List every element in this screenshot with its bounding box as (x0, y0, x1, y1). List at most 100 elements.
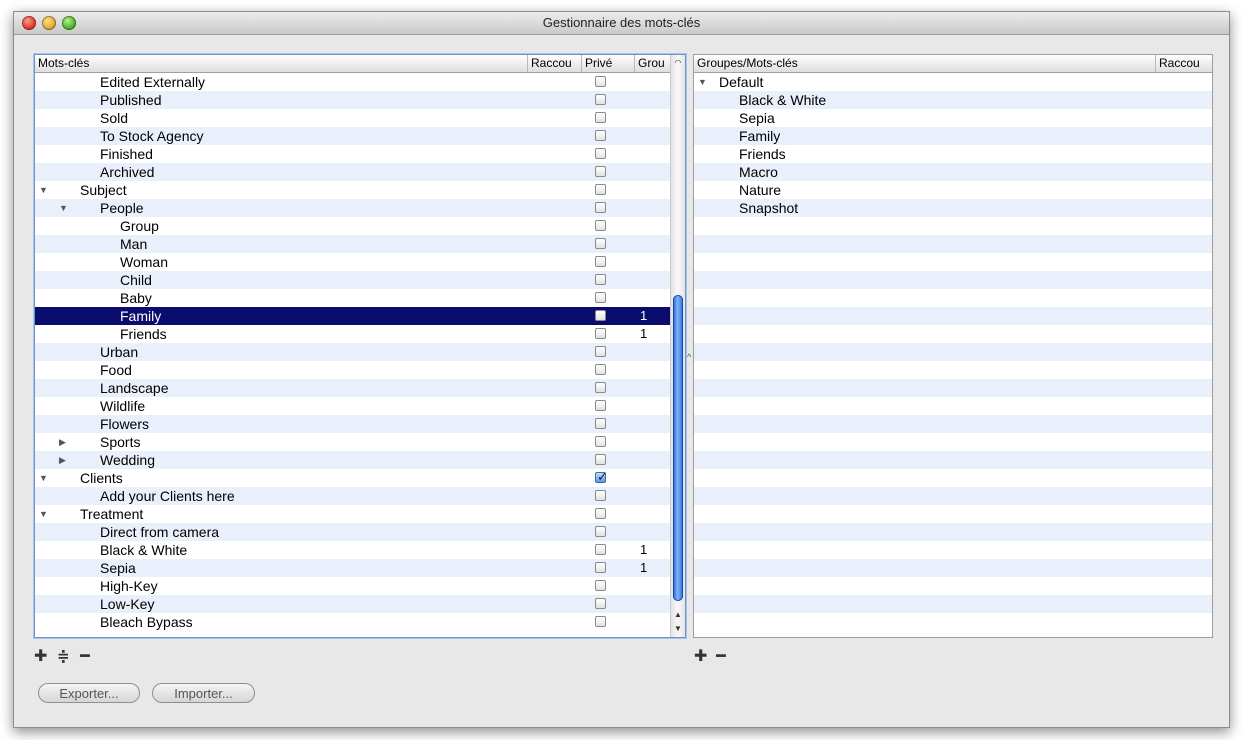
private-checkbox[interactable] (595, 310, 606, 321)
disclosure-triangle-collapsed-icon[interactable]: ▶ (59, 433, 66, 451)
disclosure-triangle-expanded-icon[interactable]: ▼ (39, 181, 48, 199)
keyword-row[interactable]: Sold (35, 109, 685, 127)
private-checkbox[interactable] (595, 616, 606, 627)
keyword-row[interactable]: To Stock Agency (35, 127, 685, 145)
keyword-row[interactable]: Add your Clients here (35, 487, 685, 505)
export-button[interactable]: Exporter... (38, 683, 140, 703)
keyword-row[interactable]: Archived (35, 163, 685, 181)
private-checkbox[interactable] (595, 364, 606, 375)
private-checkbox[interactable] (595, 526, 606, 537)
group-row[interactable]: Macro (694, 163, 1212, 181)
keyword-row[interactable]: Sepia 1 (35, 559, 685, 577)
add-group-plus-icon[interactable]: ✚ (694, 649, 707, 665)
keyword-row[interactable]: Bleach Bypass (35, 613, 685, 631)
keyword-row[interactable]: ▼ Treatment (35, 505, 685, 523)
private-checkbox[interactable] (595, 562, 606, 573)
keyword-row[interactable]: High-Key (35, 577, 685, 595)
disclosure-triangle-expanded-icon[interactable]: ▼ (39, 505, 48, 523)
column-header-groups-keywords[interactable]: Groupes/Mots-clés (694, 55, 1156, 72)
import-button[interactable]: Importer... (152, 683, 255, 703)
group-row[interactable]: ▼ Default (694, 73, 1212, 91)
private-checkbox[interactable] (595, 256, 606, 267)
disclosure-triangle-expanded-icon[interactable]: ▼ (39, 469, 48, 487)
private-checkbox[interactable] (595, 112, 606, 123)
group-row[interactable]: Sepia (694, 109, 1212, 127)
private-checkbox[interactable]: ✓ (595, 469, 608, 484)
private-checkbox[interactable] (595, 346, 606, 357)
keyword-row[interactable]: Baby (35, 289, 685, 307)
keyword-row[interactable]: Flowers (35, 415, 685, 433)
keyword-row[interactable]: Black & White 1 (35, 541, 685, 559)
zoom-window-icon[interactable] (62, 16, 76, 30)
keyword-row[interactable]: ▼ People (35, 199, 685, 217)
private-checkbox[interactable] (595, 166, 606, 177)
keyword-label: Sepia (100, 560, 136, 576)
private-checkbox[interactable] (595, 94, 606, 105)
group-row[interactable]: Snapshot (694, 199, 1212, 217)
private-checkbox[interactable] (595, 382, 606, 393)
private-checkbox[interactable] (595, 508, 606, 519)
column-header-keywords[interactable]: Mots-clés (35, 55, 528, 72)
private-checkbox[interactable] (595, 436, 606, 447)
keyword-row[interactable]: ▼ Subject (35, 181, 685, 199)
disclosure-triangle-expanded-icon[interactable]: ▼ (698, 73, 707, 91)
keyword-row[interactable]: Man (35, 235, 685, 253)
scroll-up-arrow-icon[interactable]: ▲ (672, 609, 684, 621)
keywords-scrollbar[interactable]: ◠ ▲ ▼ (670, 55, 685, 637)
group-row[interactable]: Friends (694, 145, 1212, 163)
private-checkbox[interactable] (595, 148, 606, 159)
private-checkbox[interactable] (595, 292, 606, 303)
disclosure-triangle-expanded-icon[interactable]: ▼ (59, 199, 68, 217)
title-bar[interactable]: Gestionnaire des mots-clés (14, 12, 1229, 35)
keyword-row[interactable]: Group (35, 217, 685, 235)
private-checkbox[interactable] (595, 580, 606, 591)
scrollbar-thumb[interactable] (673, 295, 683, 601)
private-checkbox[interactable] (595, 544, 606, 555)
private-checkbox[interactable] (595, 76, 606, 87)
keyword-row[interactable]: Friends 1 (35, 325, 685, 343)
column-header-groups-shortcut[interactable]: Raccou (1156, 55, 1212, 72)
group-row[interactable]: Nature (694, 181, 1212, 199)
private-checkbox[interactable] (595, 454, 606, 465)
keyword-row[interactable]: ▶ Wedding (35, 451, 685, 469)
column-header-group[interactable]: Grou (635, 55, 671, 72)
scroll-down-arrow-icon[interactable]: ▼ (672, 623, 684, 635)
close-window-icon[interactable] (22, 16, 36, 30)
splitter-handle-icon[interactable]: ^ (687, 352, 691, 362)
keyword-row[interactable]: Urban (35, 343, 685, 361)
column-header-private[interactable]: Privé (582, 55, 635, 72)
group-row[interactable]: Family (694, 127, 1212, 145)
keyword-row[interactable]: Landscape (35, 379, 685, 397)
private-checkbox[interactable] (595, 328, 606, 339)
private-checkbox[interactable] (595, 202, 606, 213)
private-checkbox[interactable] (595, 418, 606, 429)
keyword-row[interactable]: Finished (35, 145, 685, 163)
private-checkbox[interactable] (595, 184, 606, 195)
private-checkbox[interactable] (595, 130, 606, 141)
keyword-row[interactable]: Direct from camera (35, 523, 685, 541)
remove-keyword-minus-icon[interactable]: ━ (80, 649, 90, 665)
disclosure-triangle-collapsed-icon[interactable]: ▶ (59, 451, 66, 469)
private-checkbox[interactable] (595, 400, 606, 411)
add-subkeyword-icon[interactable]: ≑ (57, 649, 70, 665)
column-header-shortcut[interactable]: Raccou (528, 55, 582, 72)
minimize-window-icon[interactable] (42, 16, 56, 30)
keyword-row[interactable]: Low-Key (35, 595, 685, 613)
private-checkbox[interactable] (595, 490, 606, 501)
private-checkbox[interactable] (595, 598, 606, 609)
keyword-row[interactable]: Woman (35, 253, 685, 271)
keyword-row[interactable]: Published (35, 91, 685, 109)
keyword-row[interactable]: ▼ Clients ✓ (35, 469, 685, 487)
keyword-row[interactable]: Wildlife (35, 397, 685, 415)
keyword-row[interactable]: Family 1 (35, 307, 685, 325)
keyword-row[interactable]: Child (35, 271, 685, 289)
private-checkbox[interactable] (595, 220, 606, 231)
private-checkbox[interactable] (595, 274, 606, 285)
remove-group-minus-icon[interactable]: ━ (716, 649, 726, 665)
keyword-row[interactable]: ▶ Sports (35, 433, 685, 451)
private-checkbox[interactable] (595, 238, 606, 249)
group-row[interactable]: Black & White (694, 91, 1212, 109)
keyword-row[interactable]: Food (35, 361, 685, 379)
keyword-row[interactable]: Edited Externally (35, 73, 685, 91)
add-keyword-plus-icon[interactable]: ✚ (34, 649, 47, 665)
